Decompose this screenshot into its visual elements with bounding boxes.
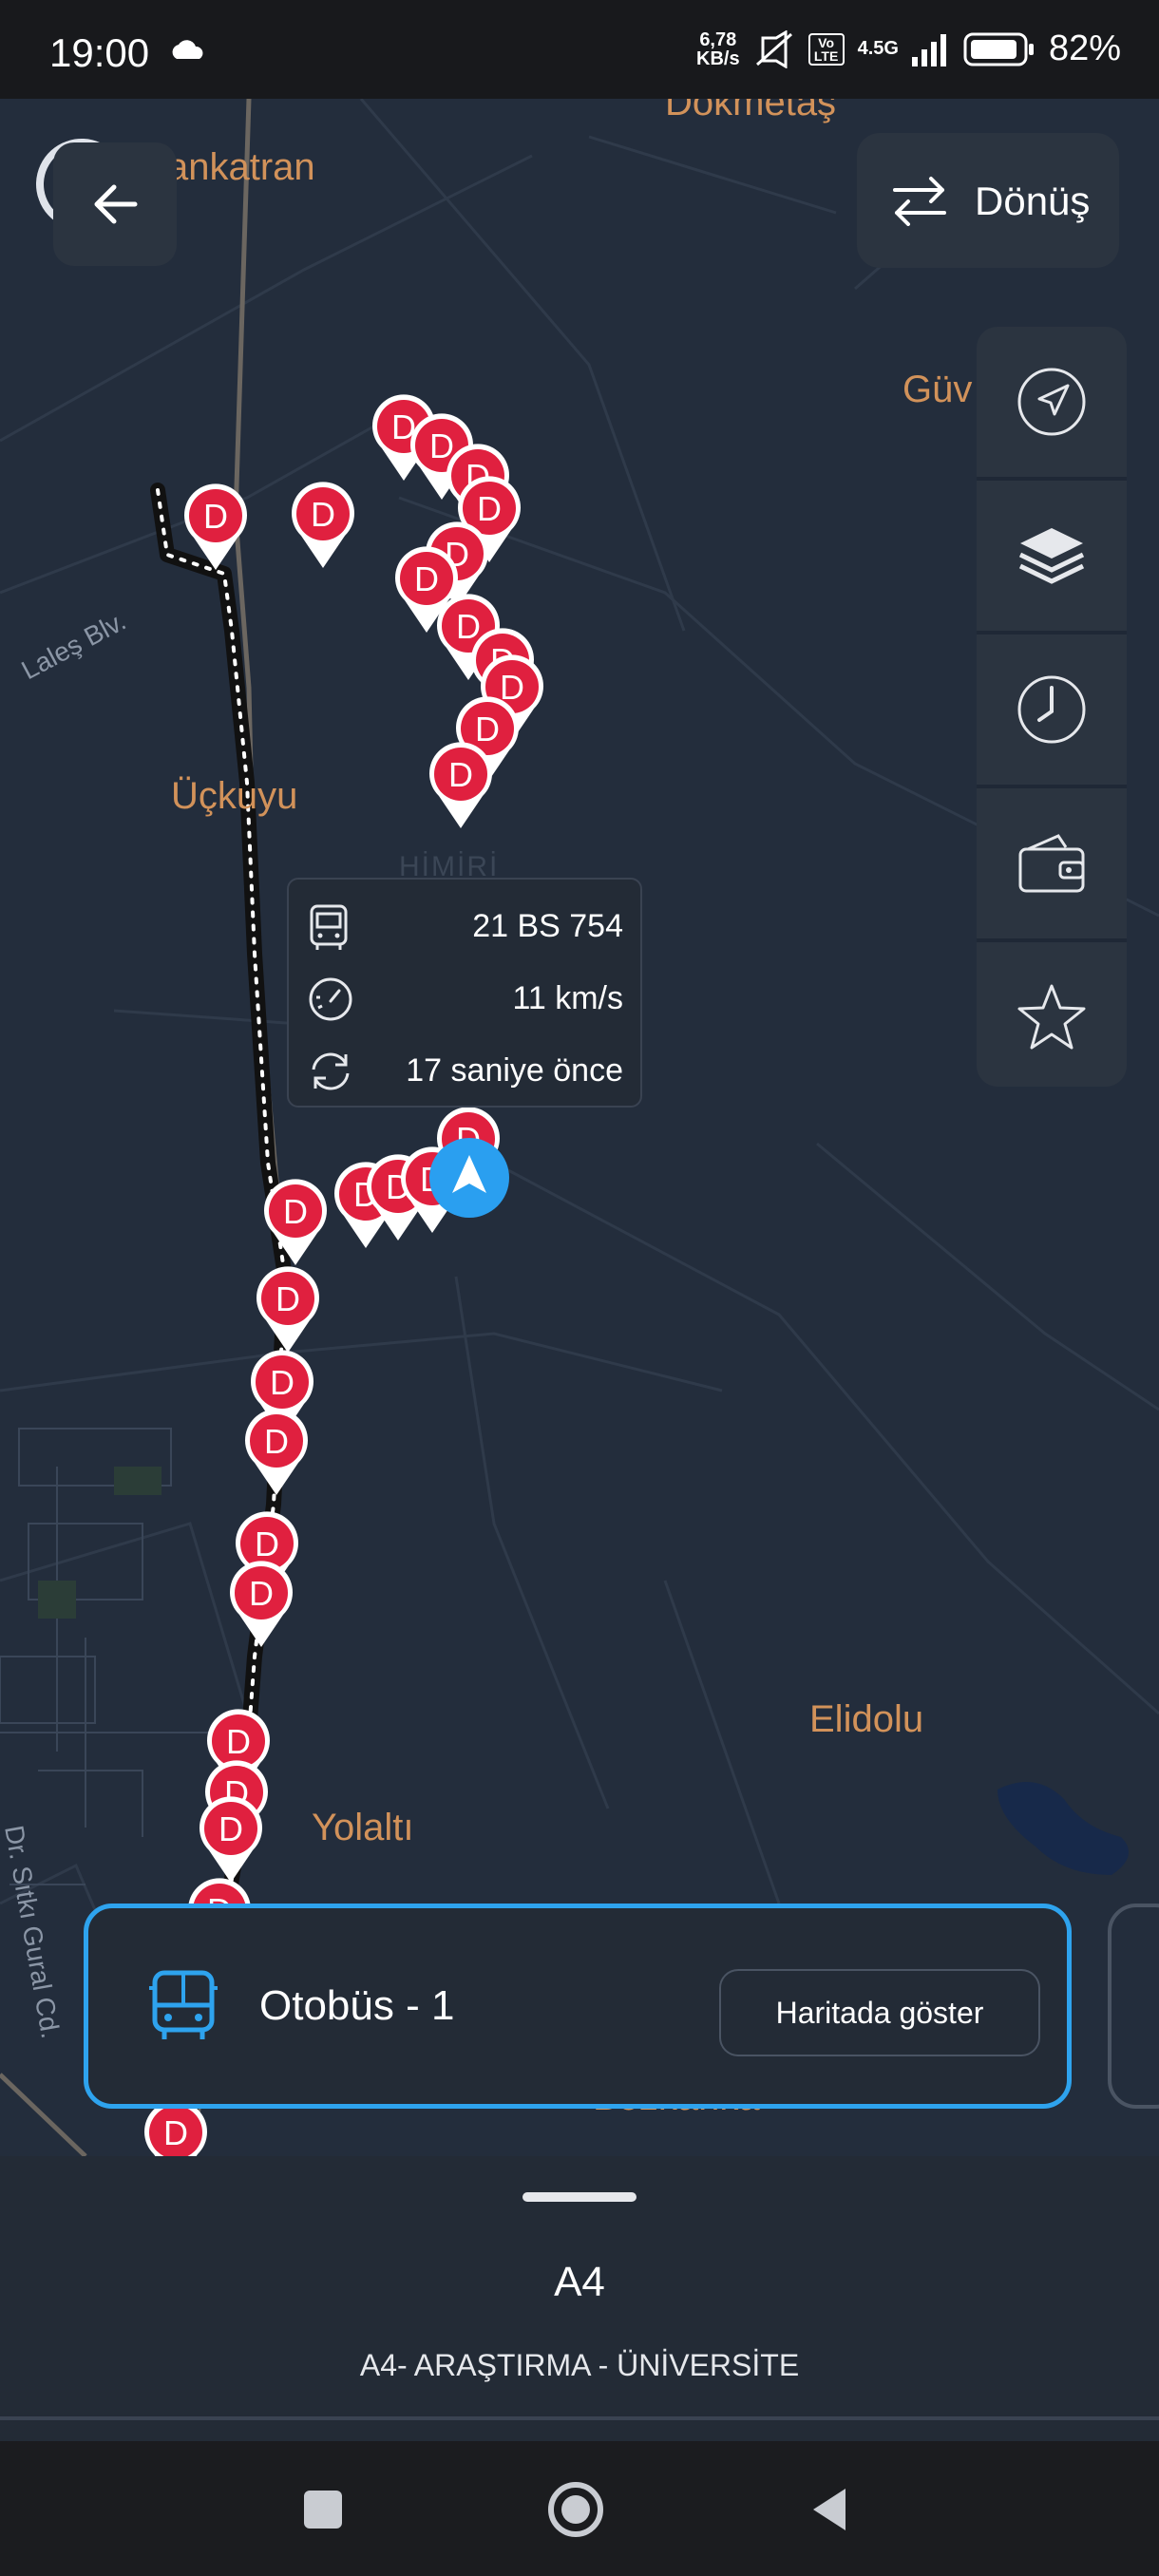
svg-text:D: D [311, 495, 335, 534]
place-elidolu: Elidolu [809, 1698, 924, 1740]
bus-stop-pin[interactable]: D [182, 483, 249, 572]
route-name: A4- ARAŞTIRMA - ÜNİVERSİTE [359, 2348, 800, 2382]
map-pin-icon: D [200, 1796, 262, 1883]
cloud-icon [172, 40, 203, 59]
sheet-drag-handle[interactable] [522, 2192, 636, 2202]
sheet-divider [0, 2416, 1159, 2420]
net-speed-unit: KB/s [696, 47, 740, 69]
map-pin-icon: D [264, 1179, 327, 1265]
svg-text:D: D [283, 1192, 308, 1231]
bus-stop-pin[interactable]: D [428, 741, 494, 830]
bus-stop-pin[interactable]: D [228, 1560, 294, 1649]
popup-plate-row: 21 BS 754 [308, 897, 623, 954]
popup-updated-row: 17 saniye önce [308, 1041, 623, 1098]
direction-label: Dönüş [975, 179, 1091, 223]
favorites-button[interactable] [977, 942, 1127, 1092]
route-bottom-sheet[interactable]: A4 A4- ARAŞTIRMA - ÜNİVERSİTE [0, 2156, 1159, 2441]
mute-icon [755, 29, 792, 68]
battery-percent: 82% [1048, 28, 1121, 68]
route-code: A4 [554, 2259, 605, 2305]
battery-icon [963, 32, 1034, 66]
net-speed: 6,78 KB/s [696, 30, 740, 68]
popup-speed-row: 11 km/s [308, 969, 623, 1026]
my-location-button[interactable] [977, 327, 1127, 477]
status-bar: 19:00 6,78 KB/s Vo LTE 4.5G 82% [0, 0, 1159, 99]
bus-stop-pin[interactable]: D [290, 481, 356, 570]
back-button[interactable] [53, 142, 177, 266]
refresh-icon [312, 1052, 350, 1090]
map-pin-icon: D [184, 483, 247, 570]
place-dokmetas: Dökmetaş [665, 99, 837, 123]
svg-text:D: D [226, 1722, 251, 1761]
svg-text:D: D [203, 497, 228, 536]
next-bus-card[interactable] [1108, 1904, 1159, 2109]
bus-stop-pin[interactable]: D [198, 1795, 264, 1885]
bus-stop-pin[interactable]: D [262, 1178, 329, 1267]
map-toolbar [977, 327, 1127, 1087]
svg-text:D: D [276, 1279, 300, 1318]
place-guv: Güv [902, 369, 973, 410]
star-icon [1017, 984, 1086, 1050]
map-pin-icon: D [245, 1409, 308, 1495]
direction-toggle-button[interactable]: Dönüş [857, 133, 1119, 268]
bus-stop-pin[interactable]: D [255, 1265, 321, 1354]
wallet-button[interactable] [977, 788, 1127, 938]
layers-icon [1018, 528, 1085, 584]
svg-text:D: D [218, 1809, 243, 1848]
place-uckuyu: Üçkuyu [171, 775, 298, 817]
recents-icon[interactable] [293, 2479, 353, 2540]
swap-arrows-icon [893, 177, 946, 226]
bus-stop-pin[interactable]: D [243, 1408, 310, 1497]
place-pinarkatran: ankatran [167, 146, 315, 188]
svg-text:D: D [255, 1525, 279, 1563]
navigate-icon [1017, 368, 1086, 436]
system-navigation-bar [0, 2441, 1159, 2576]
vehicle-speed: 11 km/s [512, 980, 623, 1016]
map-pin-icon: D [230, 1561, 293, 1647]
show-on-map-button[interactable]: Haritada göster [719, 1969, 1040, 2056]
wallet-icon [1018, 834, 1085, 893]
arrow-left-icon [94, 184, 138, 224]
bus-card-title: Otobüs - 1 [259, 1982, 455, 2029]
place-yolalti: Yolaltı [312, 1807, 414, 1848]
back-nav-icon[interactable] [800, 2479, 861, 2540]
speedometer-icon [309, 977, 352, 1021]
svg-text:D: D [270, 1363, 294, 1402]
layers-button[interactable] [977, 481, 1127, 631]
svg-text:D: D [448, 755, 473, 794]
bus-location-marker[interactable] [429, 1138, 509, 1218]
svg-text:D: D [249, 1574, 274, 1613]
schedule-button[interactable] [977, 635, 1127, 785]
signal-icon [911, 33, 946, 66]
network-type: 4.5G [857, 38, 899, 59]
map-pin-icon: D [429, 742, 492, 828]
map-pin-icon: D [292, 482, 354, 568]
clock-icon [1017, 675, 1086, 744]
vehicle-info-popup: 21 BS 754 11 km/s 17 saniye önce [287, 878, 642, 1108]
bus-icon [149, 1970, 218, 2039]
status-indicators: 6,78 KB/s Vo LTE 4.5G 82% [696, 28, 1121, 69]
bus-card[interactable]: Otobüs - 1 Haritada göster [84, 1904, 1072, 2109]
net-speed-value: 6,78 [699, 28, 737, 50]
vehicle-plate: 21 BS 754 [472, 908, 623, 944]
map-pin-icon: D [256, 1266, 319, 1353]
bus-icon [310, 904, 348, 950]
status-time: 19:00 [49, 30, 150, 75]
last-update: 17 saniye önce [406, 1052, 623, 1089]
svg-text:D: D [264, 1422, 289, 1461]
home-icon[interactable] [545, 2479, 606, 2540]
svg-text:D: D [163, 2113, 188, 2152]
navigation-arrow-icon [452, 1155, 486, 1193]
volte-badge: Vo LTE [808, 32, 845, 66]
